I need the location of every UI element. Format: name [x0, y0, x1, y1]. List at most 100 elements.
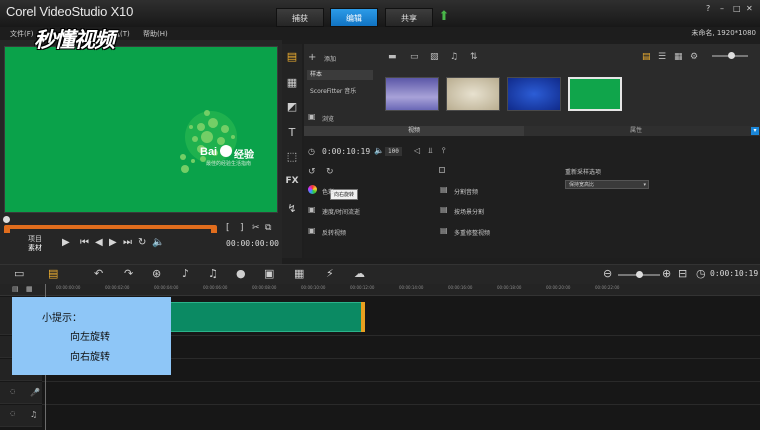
split-scene-option[interactable]: 按场景分割 [454, 207, 484, 216]
record-capture-icon[interactable]: ⊛ [152, 267, 161, 280]
sound-mixer-icon[interactable]: ♪ [182, 267, 189, 280]
video-clip[interactable] [170, 302, 363, 332]
auto-music-icon[interactable]: ♫ [208, 267, 218, 280]
library-folder-sample[interactable]: 样本 [307, 70, 373, 80]
end-button[interactable]: ⏭ [123, 237, 132, 248]
filter-icon[interactable]: FX [284, 176, 300, 192]
subtitle-editor-icon[interactable]: ▣ [264, 267, 274, 280]
redo-icon[interactable]: ↷ [124, 267, 133, 280]
multi-camera-icon[interactable]: ▦ [294, 267, 304, 280]
tab-share[interactable]: 共享 [385, 8, 433, 27]
audio-filter-icon[interactable]: ♫ [450, 52, 458, 62]
color-option[interactable]: 色彩 [322, 187, 334, 196]
photo-filter-icon[interactable]: ▧ [430, 52, 439, 62]
transition-icon[interactable]: ◩ [284, 100, 300, 116]
clip-duration[interactable]: 0:00:10:19 [322, 147, 370, 156]
mute-icon[interactable]: ◁ [414, 146, 420, 155]
rotate-right-icon[interactable]: ↻ [326, 167, 334, 177]
playback-timecode[interactable]: 00:00:00:00 [226, 239, 279, 248]
options-icon[interactable]: ⚙ [690, 52, 698, 62]
trim-start-handle[interactable] [4, 227, 10, 233]
media-thumbnail[interactable] [385, 77, 439, 111]
browse-icon[interactable]: ▣ [308, 112, 316, 121]
instant-project-icon[interactable]: ▦ [284, 76, 300, 92]
zoom-out-icon[interactable]: ⊖ [603, 267, 612, 280]
track-visibility-icon[interactable]: ◌ [10, 388, 15, 395]
menu-file[interactable]: 文件(F) [10, 29, 34, 39]
speed-option[interactable]: 速度/时间流逝 [322, 207, 360, 216]
path-icon[interactable]: ↯ [284, 202, 300, 218]
clip-volume-field[interactable]: 100 [385, 147, 402, 156]
track-visibility-icon[interactable]: ◌ [10, 410, 15, 417]
media-thumbnail[interactable] [507, 77, 561, 111]
minimize-icon[interactable]: – [720, 4, 732, 14]
time-remapping-icon[interactable]: ⚡ [326, 267, 334, 280]
volume-icon[interactable]: 🔈 [152, 237, 164, 248]
split-clip-icon[interactable]: ✂ [252, 223, 260, 233]
tab-attributes[interactable]: 属性 [524, 126, 748, 136]
color-icon[interactable] [308, 185, 317, 194]
graphics-icon[interactable]: ⬚ [284, 150, 300, 166]
browse-button[interactable]: 浏览 [322, 114, 334, 123]
mark-in-button[interactable]: [ [226, 223, 230, 233]
close-icon[interactable]: ✕ [746, 4, 758, 14]
next-frame-button[interactable]: ▶ [109, 237, 117, 248]
rotate-left-icon[interactable]: ↺ [308, 167, 316, 177]
scrubber-handle[interactable] [3, 216, 10, 223]
play-button[interactable]: ▶ [62, 237, 70, 248]
tab-edit[interactable]: 编辑 [330, 8, 378, 27]
thumbnail-size-knob[interactable] [728, 52, 735, 59]
help-icon[interactable]: ? [706, 4, 718, 14]
multi-trim-option[interactable]: 多重修整视频 [454, 228, 490, 237]
motion-tracking-icon[interactable]: ● [236, 267, 246, 280]
repeat-icon[interactable]: ↻ [138, 237, 146, 248]
tab-video[interactable]: 视频 [304, 126, 524, 136]
media-thumbnail[interactable] [446, 77, 500, 111]
mark-out-button[interactable]: ] [240, 223, 244, 233]
tab-capture[interactable]: 捕获 [276, 8, 324, 27]
add-icon[interactable]: + [308, 52, 316, 63]
chevron-down-icon: ▾ [643, 182, 646, 188]
option-checkbox[interactable] [439, 167, 445, 173]
media-thumbnail-selected[interactable] [568, 77, 622, 111]
track-manager-icon[interactable]: ▤ [12, 285, 19, 293]
tip-title: 小提示： [42, 313, 82, 324]
fade-out-icon[interactable]: ⫯ [442, 146, 445, 156]
preview-window[interactable] [4, 46, 278, 213]
previous-frame-button[interactable]: ◀ [95, 237, 103, 248]
video-filter-icon[interactable]: ▭ [410, 52, 419, 62]
zoom-slider-knob[interactable] [636, 271, 643, 278]
enlarge-preview-icon[interactable]: ⧉ [265, 223, 271, 233]
timeline-timecode[interactable]: 0:00:10:19 [710, 269, 758, 278]
storyboard-view-icon[interactable]: ▭ [14, 267, 24, 280]
collapse-options-icon[interactable]: ▾ [751, 127, 759, 135]
tooltip: 向右旋转 [330, 189, 359, 200]
title-icon[interactable]: T [284, 126, 300, 142]
undo-icon[interactable]: ↶ [94, 267, 103, 280]
list-view-icon[interactable]: ☰ [658, 52, 666, 62]
folder-icon[interactable]: ▬ [388, 52, 397, 62]
mask-creator-icon[interactable]: ☁ [354, 267, 365, 280]
scrub-bar[interactable] [4, 225, 217, 229]
maximize-icon[interactable]: □ [733, 4, 745, 14]
thumbnail-view-icon[interactable]: ▤ [642, 52, 651, 62]
mode-clip[interactable]: 素材 [28, 243, 42, 253]
home-button[interactable]: ⏮ [80, 237, 89, 248]
split-audio-option[interactable]: 分割音频 [454, 187, 478, 196]
reverse-option[interactable]: 反转视频 [322, 228, 346, 237]
zoom-in-icon[interactable]: ⊕ [662, 267, 671, 280]
menu-help[interactable]: 帮助(H) [143, 29, 168, 39]
upload-arrow-icon[interactable]: ⬆ [437, 9, 451, 25]
fit-project-icon[interactable]: ⊟ [678, 267, 687, 280]
media-icon[interactable]: ▤ [284, 50, 300, 66]
trim-end-handle[interactable] [211, 227, 217, 233]
library-folder-scorefitter[interactable]: ScoreFitter 音乐 [310, 86, 356, 95]
details-view-icon[interactable]: ▦ [674, 52, 683, 62]
chapter-point-icon[interactable]: ▦ [26, 285, 33, 293]
resample-select[interactable]: 保持宽高比 ▾ [565, 180, 649, 189]
fade-in-icon[interactable]: ⫫ [428, 146, 433, 156]
sort-icon[interactable]: ⇅ [470, 52, 478, 62]
clip-trim-edge[interactable] [361, 302, 365, 332]
add-folder-label[interactable]: 添加 [324, 54, 336, 63]
timeline-view-icon[interactable]: ▤ [48, 267, 58, 280]
